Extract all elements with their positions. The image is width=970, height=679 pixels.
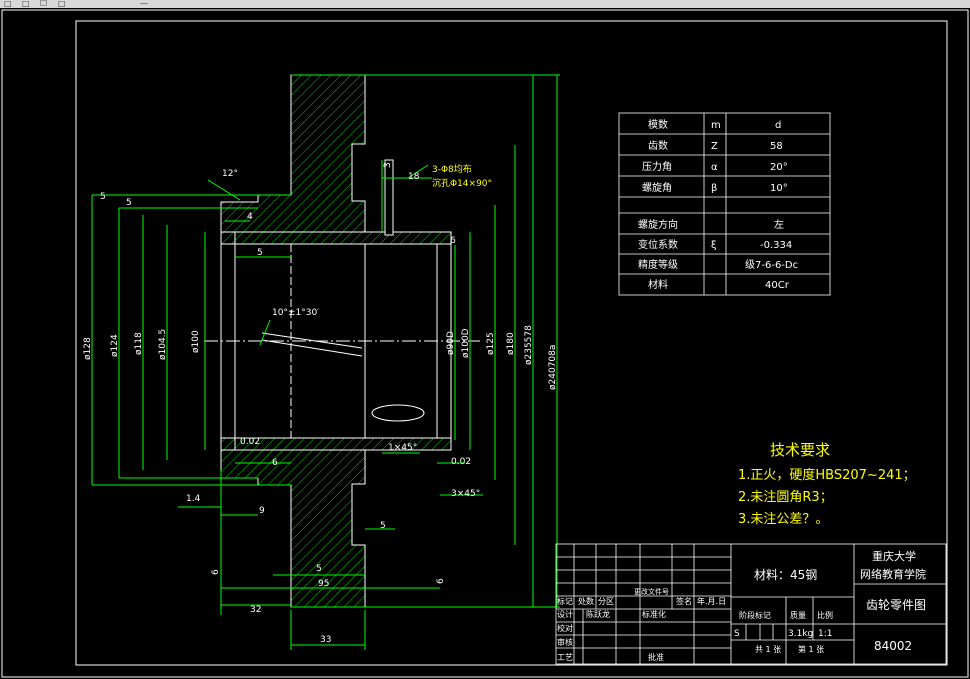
row-label-process: 工艺 — [557, 653, 573, 662]
dim-phi240: ø240708a — [548, 345, 558, 390]
drawing-number: 84002 — [874, 639, 912, 653]
head-label-4: 签名 — [676, 596, 692, 606]
dim-phi180: ø180 — [506, 332, 516, 355]
approve-label: 批准 — [648, 652, 664, 662]
dim-12deg: 12° — [222, 169, 238, 179]
hole-note-2: 沉孔Φ14×90° — [432, 178, 492, 189]
school-college: 网络教育学院 — [860, 567, 926, 581]
param-val-5: 左 — [774, 218, 784, 231]
scale-label: 比例 — [817, 610, 833, 620]
dim-phi1045: ø104.5 — [158, 329, 168, 360]
row-label-review: 审核 — [557, 637, 573, 647]
drawing-name: 齿轮零件图 — [866, 598, 926, 612]
param-name-7: 精度等级 — [638, 258, 678, 271]
tech-item-3: 3.未注公差？。 — [738, 512, 828, 527]
param-val-3: 10° — [770, 183, 788, 194]
dim-phi125: ø125 — [486, 332, 496, 355]
head-label-1: 处数 — [578, 596, 594, 606]
head-label-3: 更改文件号 — [634, 587, 669, 596]
param-sym-0: m — [711, 120, 721, 131]
param-val-0: d — [775, 120, 781, 131]
dim-phi128: ø128 — [83, 337, 93, 360]
angle-note: 10°±1°30′ — [272, 308, 319, 318]
standard-label: 标准化 — [642, 609, 666, 619]
title-block: 材料：45钢 重庆大学 网络教育学院 齿轮零件图 84002 标记 处数 分区 … — [555, 543, 947, 665]
sheet-count: 共 1 张 — [755, 645, 781, 654]
tech-requirements: 技术要求 1.正火，硬度HBS207~241； 2.未注圆角R3； 3.未注公差… — [738, 441, 916, 527]
param-name-6: 变位系数 — [638, 238, 678, 251]
stage-label: 阶段标记 — [739, 610, 771, 620]
dim-18: 18 — [408, 172, 420, 182]
dim-6c: 6 — [211, 569, 221, 575]
params-table: 模数 m d 齿数 Z 58 压力角 α 20° 螺旋角 β 10° 螺旋方向 … — [618, 112, 831, 296]
row-label-check: 校对 — [557, 623, 573, 633]
material-label: 材料：45钢 — [754, 568, 817, 582]
param-name-1: 齿数 — [648, 139, 668, 152]
dim-5e: 5 — [316, 564, 322, 574]
dim-5c: 5 — [257, 248, 263, 258]
param-name-5: 螺旋方向 — [638, 218, 678, 231]
dim-6a: 6 — [450, 236, 456, 246]
dim-32: 32 — [250, 605, 261, 615]
dim-phi100: ø100 — [191, 330, 201, 353]
param-val-1: 58 — [770, 141, 783, 152]
dim-6b: 6 — [272, 458, 278, 468]
head-label-5: 年.月.日 — [697, 596, 726, 606]
param-name-3: 螺旋角 — [642, 181, 672, 194]
dim-phi235: ø235578 — [524, 325, 534, 365]
dim-phi124: ø124 — [110, 334, 120, 357]
chamfer-1x45: 1×45° — [388, 443, 417, 453]
dim-phi100d: ø100D — [461, 328, 471, 358]
param-val-6: -0.334 — [760, 240, 792, 251]
param-sym-1: Z — [711, 141, 718, 152]
dim-4: 4 — [247, 212, 253, 222]
dim-phi118: ø118 — [134, 332, 144, 355]
head-label-2: 分区 — [598, 597, 614, 606]
hole-note-1: 3-Φ8均布 — [432, 163, 472, 175]
param-val-7: 级7-6-6-Dc — [745, 259, 798, 271]
dim-3: 3 — [383, 162, 393, 168]
cad-drawing[interactable]: ø128 ø124 ø118 ø104.5 ø100 ø90D ø100D ø1… — [0, 0, 970, 679]
tech-item-1: 1.正火，硬度HBS207~241； — [738, 467, 916, 483]
head-label-0: 标记 — [557, 596, 573, 606]
sheet-number: 第 1 张 — [798, 644, 824, 654]
tol-002b: 0.02 — [451, 457, 471, 467]
param-val-8: 40Cr — [765, 280, 790, 291]
param-name-8: 材料 — [648, 278, 668, 291]
param-name-0: 模数 — [648, 118, 668, 131]
tech-item-2: 2.未注圆角R3； — [738, 490, 833, 505]
tol-002a: 0.02 — [240, 437, 260, 447]
dim-6d: 6 — [436, 578, 446, 584]
param-val-2: 20° — [770, 162, 788, 173]
dim-phi90: ø90D — [446, 331, 456, 355]
scale-value: 1:1 — [818, 629, 832, 639]
designer-name: 陈跃龙 — [586, 609, 610, 619]
param-sym-2: α — [711, 162, 718, 173]
dim-5a: 5 — [100, 192, 106, 202]
param-name-2: 压力角 — [642, 160, 672, 173]
weight-value: 3.1kg — [788, 629, 813, 639]
dim-33: 33 — [320, 635, 331, 645]
s-mark: S — [734, 629, 740, 639]
dim-95: 95 — [318, 579, 329, 589]
param-sym-6: ξ — [711, 240, 717, 251]
tech-title: 技术要求 — [770, 441, 830, 459]
dim-9: 9 — [259, 506, 265, 516]
outer-border — [1, 9, 969, 678]
weight-label: 质量 — [790, 610, 806, 620]
chamfer-3x45: 3×45° — [451, 489, 480, 499]
dim-14: 1.4 — [186, 494, 201, 504]
param-sym-3: β — [711, 183, 717, 194]
school-name: 重庆大学 — [872, 549, 916, 563]
dim-5b: 5 — [126, 198, 132, 208]
row-label-design: 设计 — [557, 609, 573, 619]
dim-5d: 5 — [380, 521, 386, 531]
